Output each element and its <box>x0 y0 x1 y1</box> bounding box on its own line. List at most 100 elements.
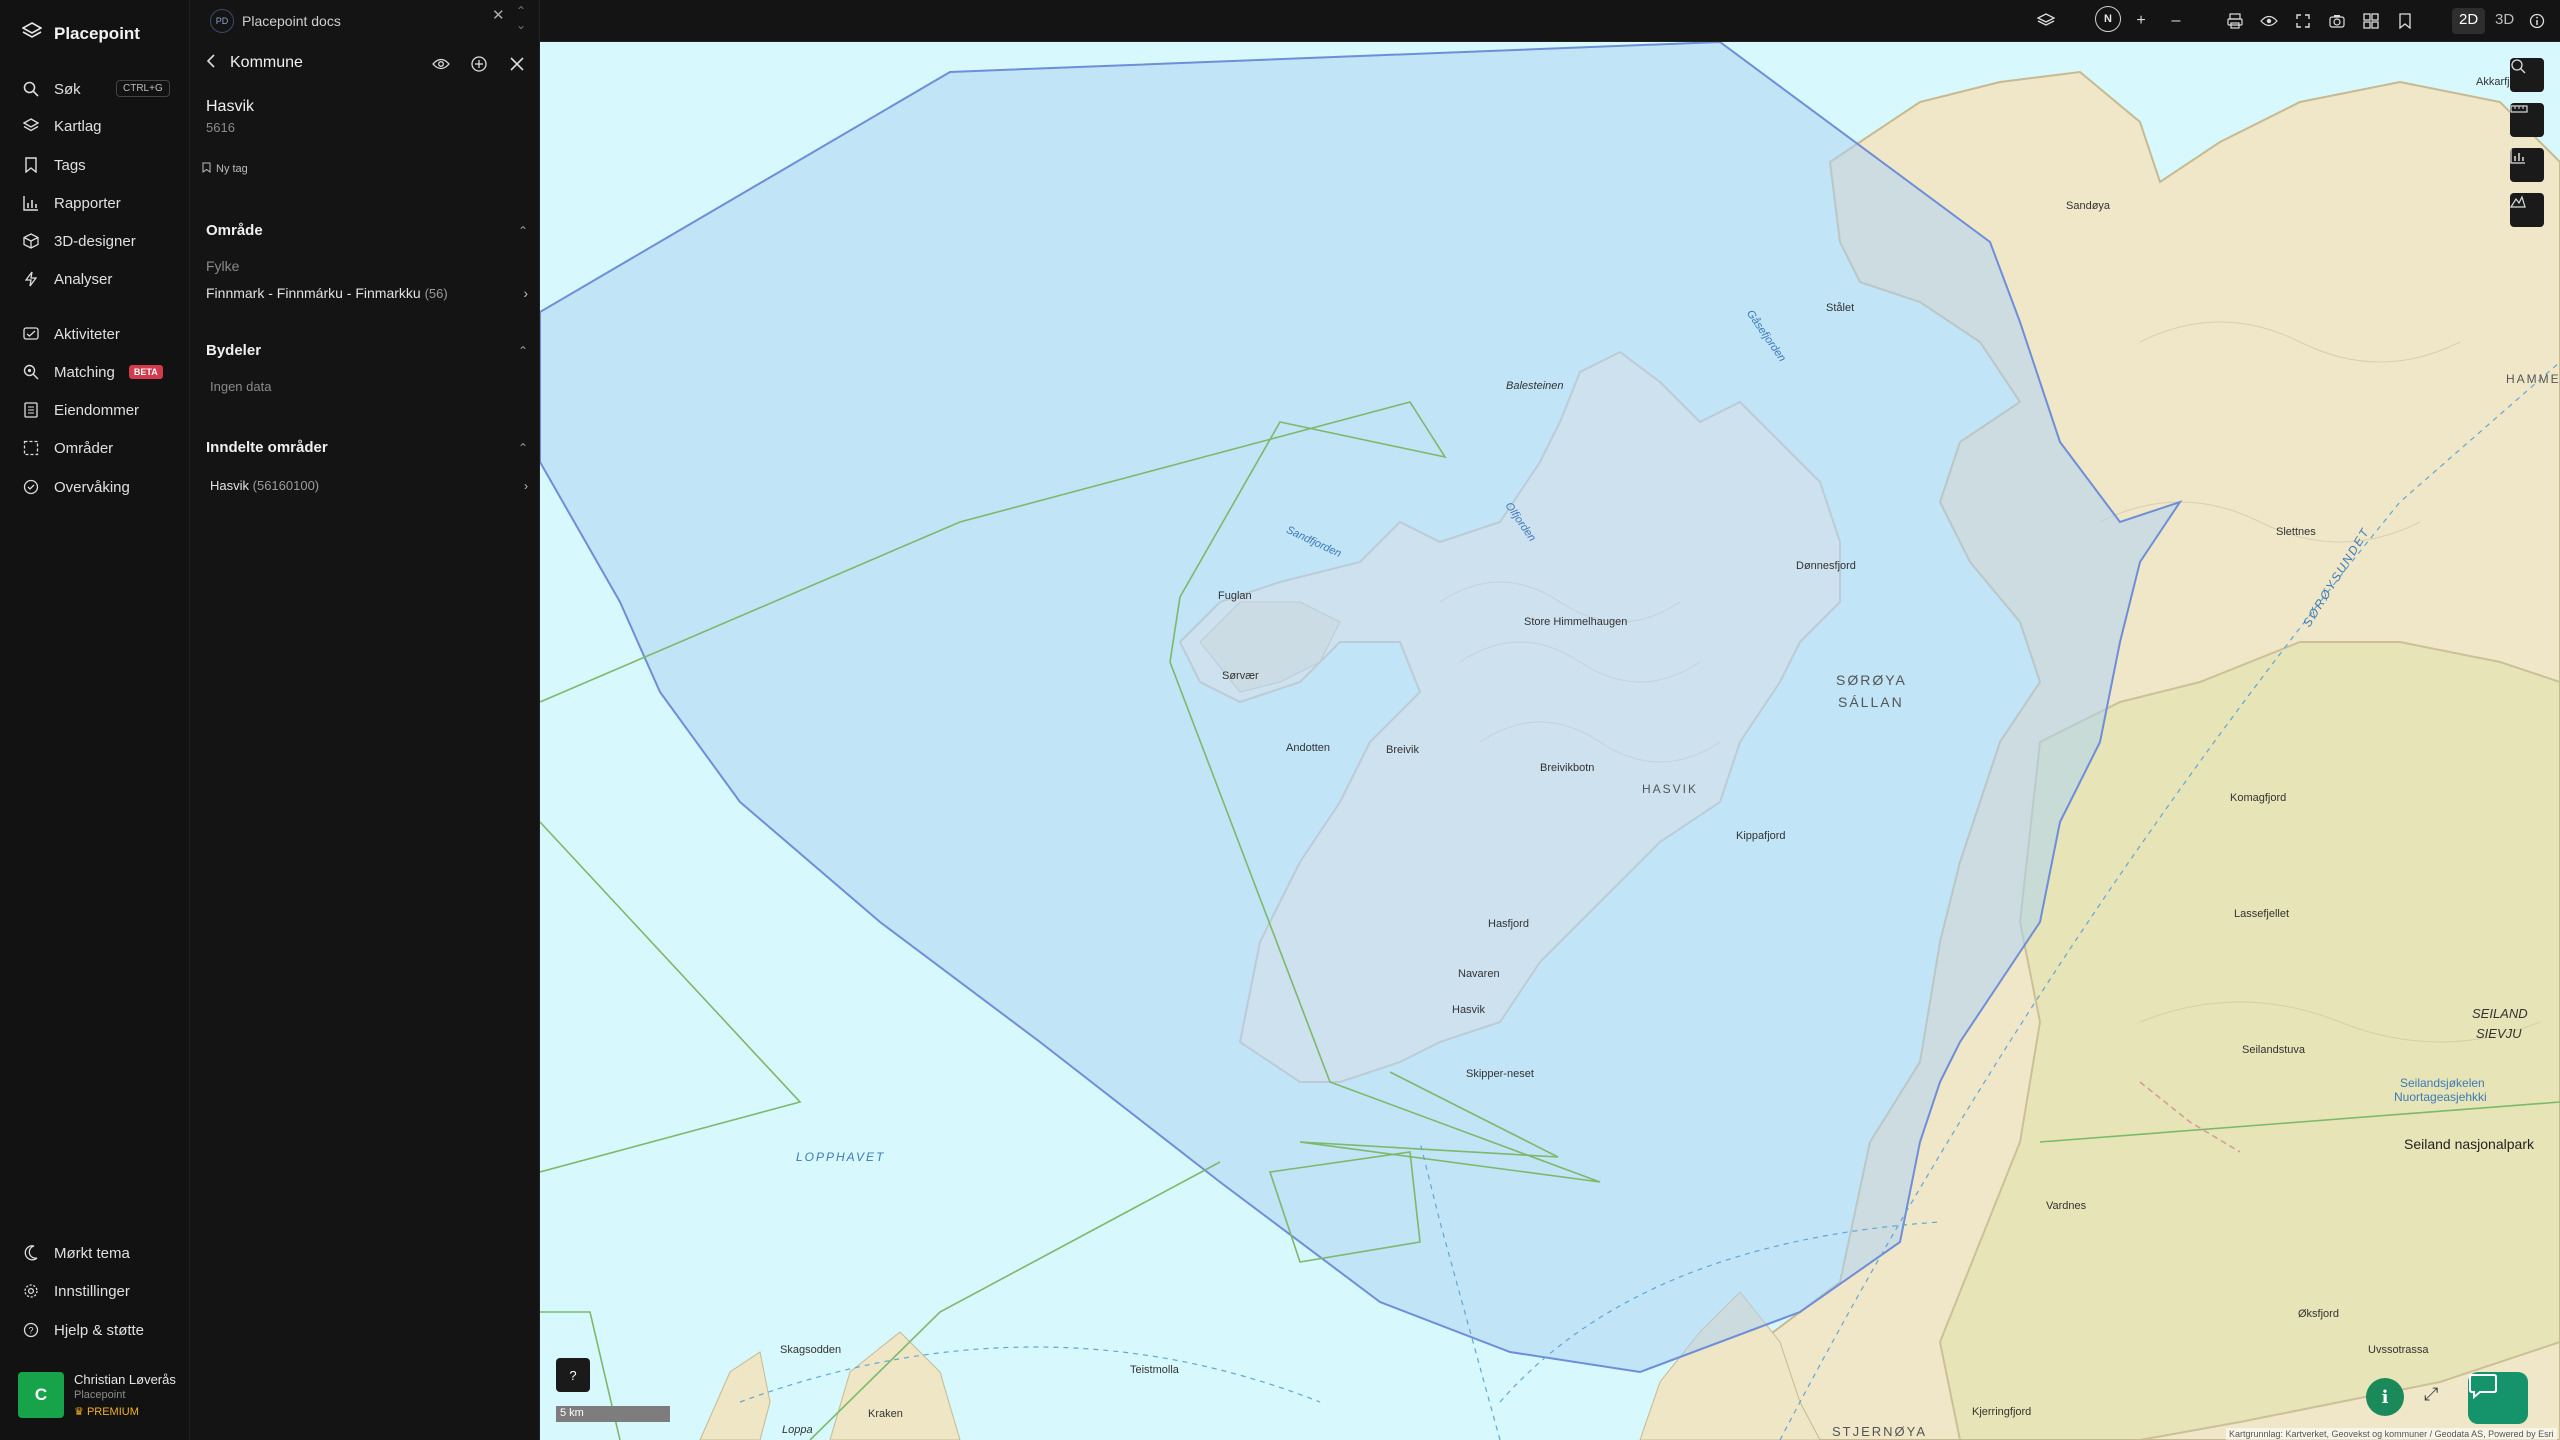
chart-tool[interactable] <box>2510 148 2544 182</box>
chevron-up-icon: ⌃ <box>517 223 528 238</box>
label-skagsodden: Skagsodden <box>780 1344 842 1356</box>
nav-overvaking[interactable]: Overvåking <box>22 473 172 501</box>
eye-icon[interactable] <box>430 53 452 75</box>
label-hasvik: Hasvik <box>1452 1004 1486 1016</box>
main-nav: Placepoint Søk CTRL+G Kartlag Tags Rappo… <box>0 0 190 1440</box>
expand-icon[interactable]: ⤢ <box>2424 1384 2438 1405</box>
label-nuortageasjehkki: Nuortageasjehkki <box>2394 1090 2487 1104</box>
chevron-up-icon: ⌃ <box>517 440 528 455</box>
subdivided-item-name: Hasvik <box>210 478 250 493</box>
bolt-icon <box>22 270 40 288</box>
document-switch-icon[interactable]: ⌃ ⌄ <box>516 4 526 32</box>
back-arrow-icon[interactable] <box>206 53 216 73</box>
nav-omrader-label: Områder <box>54 439 114 457</box>
label-kjerringfjord: Kjerringfjord <box>1972 1406 2032 1418</box>
zoom-out-icon[interactable]: – <box>2163 8 2189 34</box>
brand[interactable]: Placepoint <box>21 22 140 45</box>
grid-icon[interactable] <box>2358 8 2384 34</box>
districts-empty: Ingen data <box>210 379 272 394</box>
measure-tool[interactable] <box>2510 103 2544 137</box>
section-area-header[interactable]: Område ⌃ <box>206 222 528 239</box>
section-districts-title: Bydeler <box>206 342 262 359</box>
label-sandoya: Sandøya <box>2066 200 2111 212</box>
nav-kartlag-label: Kartlag <box>54 117 102 135</box>
nav-dark-theme-label: Mørkt tema <box>54 1244 130 1262</box>
nav-tags[interactable]: Tags <box>22 151 172 179</box>
area-icon <box>22 439 40 457</box>
compass-button[interactable]: N <box>2095 6 2121 32</box>
mode-2d-button[interactable]: 2D <box>2452 8 2486 34</box>
nav-analyser[interactable]: Analyser <box>22 265 172 293</box>
layers-icon <box>22 117 40 135</box>
label-kraken: Kraken <box>868 1408 903 1420</box>
land-teistmolla <box>829 1331 961 1440</box>
info-circle-icon[interactable] <box>2524 8 2550 34</box>
stack-icon[interactable] <box>2033 8 2059 34</box>
chevron-right-icon: › <box>524 478 528 493</box>
fullscreen-icon[interactable] <box>2290 8 2316 34</box>
section-subdivided-title: Inndelte områder <box>206 439 328 456</box>
label-seilandstuva: Seilandstuva <box>2242 1044 2305 1056</box>
elevation-tool[interactable] <box>2510 193 2544 227</box>
print-icon[interactable] <box>2222 8 2248 34</box>
nav-settings-label: Innstillinger <box>54 1282 130 1300</box>
label-lopphavet: LOPPHAVET <box>796 1150 886 1164</box>
nav-rapporter[interactable]: Rapporter <box>22 189 172 217</box>
visibility-icon[interactable] <box>2256 8 2282 34</box>
label-store-himmelhaugen: Store Himmelhaugen <box>1524 616 1628 628</box>
map-info-button[interactable]: i <box>2366 1378 2404 1416</box>
nav-tags-label: Tags <box>54 156 86 174</box>
nav-kartlag[interactable]: Kartlag <box>22 112 172 140</box>
gear-icon <box>22 1282 40 1300</box>
activity-icon <box>22 325 40 343</box>
new-tag-button[interactable]: Ny tag <box>202 162 248 176</box>
avatar: C <box>18 1372 64 1418</box>
area-county-row[interactable]: Finnmark - Finnmárku - Finmarkku (56) › <box>206 285 528 301</box>
subdivided-item-count: (56160100) <box>252 478 320 493</box>
close-panel-icon[interactable] <box>506 53 528 75</box>
land-loppa <box>699 1351 771 1440</box>
label-donnesfjord: Dønnesfjord <box>1796 560 1856 572</box>
zoom-in-icon[interactable]: + <box>2128 8 2154 34</box>
bookmark-icon <box>22 156 40 174</box>
area-county-count: (56) <box>424 286 448 301</box>
user-profile[interactable]: C Christian Løverås Placepoint ♛ PREMIUM <box>18 1372 176 1418</box>
nav-eiendommer[interactable]: Eiendommer <box>22 396 172 424</box>
add-icon[interactable] <box>468 53 490 75</box>
label-seiland-park: Seiland nasjonalpark <box>2404 1136 2534 1152</box>
matching-icon <box>22 363 40 381</box>
nav-omrader[interactable]: Områder <box>22 434 172 462</box>
label-slettnes: Slettnes <box>2276 526 2316 538</box>
section-districts-header[interactable]: Bydeler ⌃ <box>206 342 528 359</box>
nav-help[interactable]: ? Hjelp & støtte <box>22 1316 172 1344</box>
chevron-right-icon: › <box>523 285 528 301</box>
place-name: Hasvik <box>206 98 255 115</box>
subdivided-item-row[interactable]: Hasvik (56160100) › <box>210 478 528 493</box>
cube-icon <box>22 232 40 250</box>
map-help-button[interactable]: ? <box>556 1358 590 1392</box>
nav-rapporter-label: Rapporter <box>54 194 121 212</box>
bookmark-icon[interactable] <box>2392 8 2418 34</box>
close-document-icon[interactable]: ✕ <box>492 6 505 24</box>
label-vardnes: Vardnes <box>2046 1200 2087 1212</box>
moon-icon <box>22 1244 40 1262</box>
nav-dark-theme[interactable]: Mørkt tema <box>22 1239 172 1267</box>
label-loppa: Loppa <box>782 1424 813 1436</box>
label-lassefjellet: Lassefjellet <box>2234 908 2290 920</box>
chevron-up-icon: ⌃ <box>517 343 528 358</box>
map-canvas[interactable]: LOPPHAVET SØRØYA SÁLLAN HASVIK SØRØYSUND… <box>540 42 2560 1440</box>
nav-matching[interactable]: Matching BETA <box>22 358 192 386</box>
nav-settings[interactable]: Innstillinger <box>22 1277 172 1305</box>
nav-aktiviteter[interactable]: Aktiviteter <box>22 320 172 348</box>
label-uvssotrassa: Uvssotrassa <box>2368 1344 2429 1356</box>
trophy-icon: ♛ <box>74 1406 84 1418</box>
section-subdivided-header[interactable]: Inndelte områder ⌃ <box>206 439 528 456</box>
nav-overvaking-label: Overvåking <box>54 478 130 496</box>
camera-icon[interactable] <box>2324 8 2350 34</box>
label-sievju: SIEVJU <box>2476 1026 2522 1041</box>
mode-3d-button[interactable]: 3D <box>2488 8 2521 34</box>
label-komagfjord: Komagfjord <box>2230 792 2287 804</box>
nav-3d-designer[interactable]: 3D-designer <box>22 227 172 255</box>
chat-button[interactable] <box>2468 1372 2528 1424</box>
map-query-tool[interactable] <box>2510 58 2544 92</box>
